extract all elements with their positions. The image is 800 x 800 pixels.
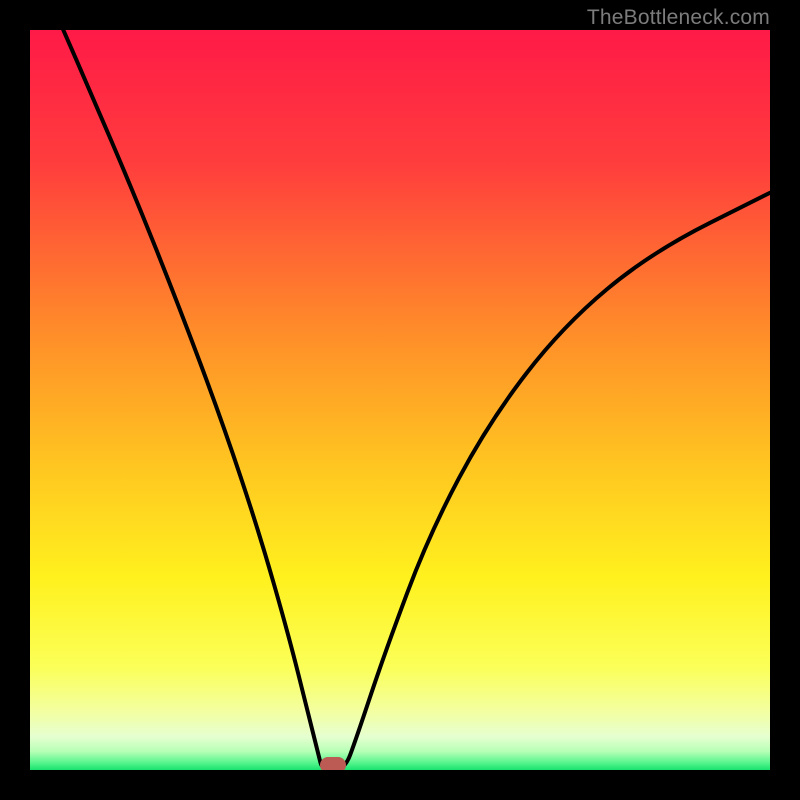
- chart-frame: TheBottleneck.com: [0, 0, 800, 800]
- plot-area: [30, 30, 770, 770]
- attribution-text: TheBottleneck.com: [587, 6, 770, 30]
- optimal-point-marker: [320, 757, 346, 770]
- bottleneck-curve: [30, 30, 770, 770]
